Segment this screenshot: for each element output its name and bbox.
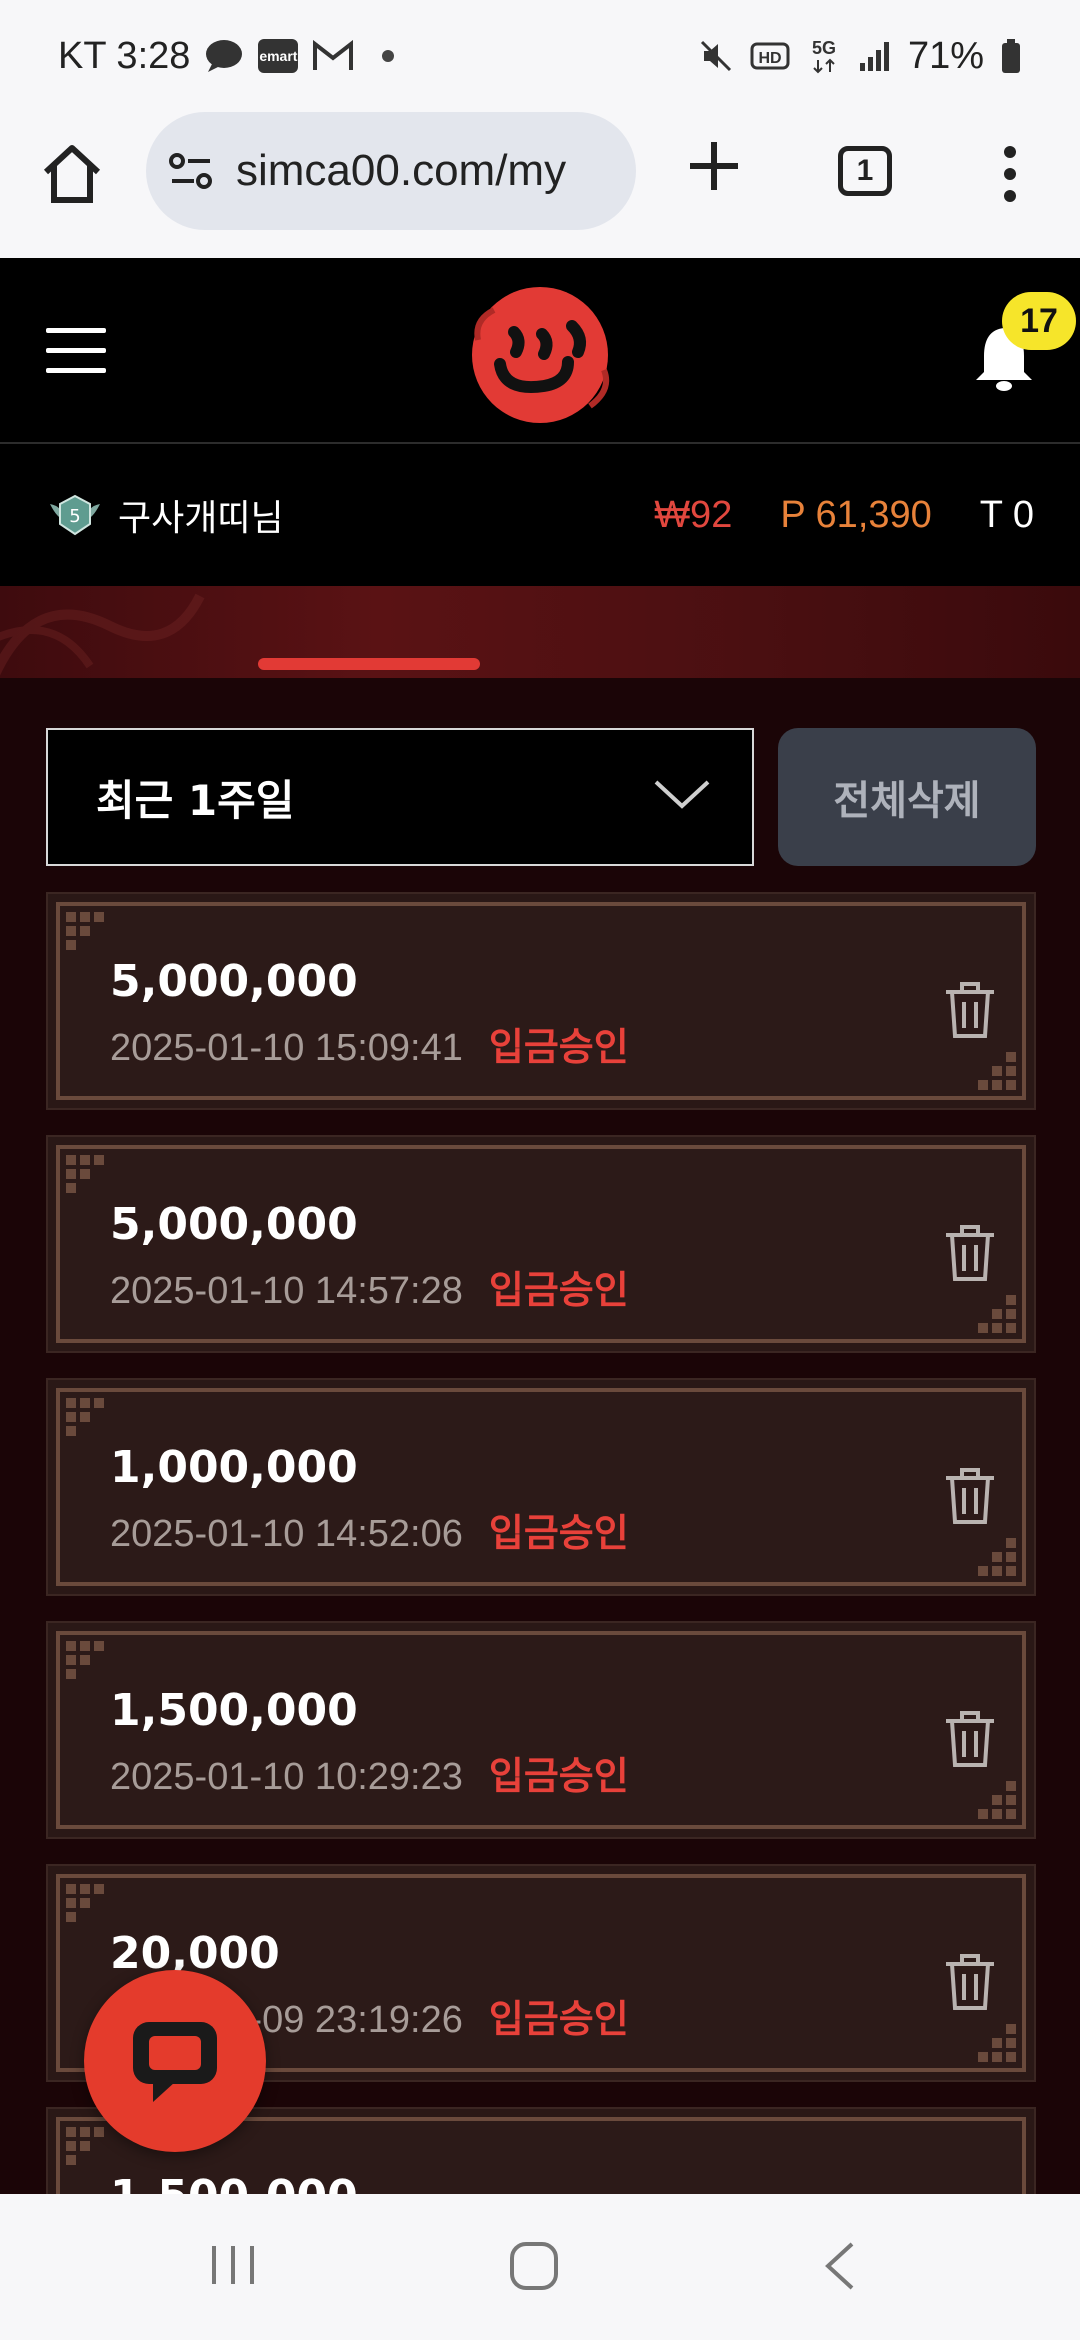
user-info-bar: 5 구사개띠님 ₩92 P 61,390 T 0: [0, 444, 1080, 586]
deposit-item[interactable]: 1,000,000 2025-01-10 14:52:06 입금승인: [46, 1378, 1036, 1596]
svg-text:HD: HD: [758, 50, 781, 67]
trash-icon[interactable]: [944, 1223, 996, 1283]
home-nav-icon[interactable]: [508, 2240, 560, 2292]
corner-ornament-icon: [976, 1779, 1016, 1819]
url-text[interactable]: simca00.com/my: [236, 146, 566, 196]
deposit-amount: 5,000,000: [110, 956, 358, 1007]
deposit-amount: 1,000,000: [110, 1442, 358, 1493]
corner-ornament-icon: [976, 2022, 1016, 2062]
home-icon[interactable]: [40, 142, 104, 206]
deposit-datetime: 2025-01-10 15:09:41: [110, 1027, 463, 1069]
trash-icon[interactable]: [944, 1952, 996, 2012]
deposit-item[interactable]: 1,500,000 2025-01-10 10:29:23 입금승인: [46, 1621, 1036, 1839]
deposit-meta: 2025-01-10 14:57:28 입금승인: [110, 1259, 629, 1314]
deposit-item[interactable]: 5,000,000 2025-01-10 15:09:41 입금승인: [46, 892, 1036, 1110]
site-logo[interactable]: [464, 280, 616, 430]
deposit-status: 입금승인: [488, 1754, 629, 1798]
deposit-status: 입금승인: [488, 1997, 629, 2041]
address-bar[interactable]: simca00.com/my: [146, 112, 636, 230]
deposit-datetime: 2025-01-10 10:29:23: [110, 1756, 463, 1798]
notification-count-badge: 17: [1002, 292, 1076, 350]
deposit-status: 입금승인: [488, 1268, 629, 1312]
5g-icon: 5G: [806, 36, 842, 76]
corner-ornament-icon: [976, 1293, 1016, 1333]
system-nav-bar: [0, 2194, 1080, 2340]
browser-toolbar: simca00.com/my 1: [0, 112, 1080, 258]
battery-percent: 71%: [907, 34, 984, 77]
deposit-item-frame: 5,000,000 2025-01-10 15:09:41 입금승인: [56, 902, 1026, 1100]
deposit-item-frame: 1,500,000 2025-01-10 10:29:23 입금승인: [56, 1631, 1026, 1829]
chat-button[interactable]: [84, 1970, 266, 2152]
tab-banner: [0, 586, 1080, 678]
hamburger-menu-icon[interactable]: [46, 328, 106, 374]
chevron-down-icon: [654, 780, 710, 809]
trash-icon[interactable]: [944, 1466, 996, 1526]
corner-ornament-icon: [66, 1155, 106, 1195]
corner-ornament-icon: [66, 912, 106, 952]
t-balance[interactable]: T 0: [980, 494, 1034, 537]
period-select[interactable]: 최근 1주일: [46, 728, 754, 866]
deposit-item-frame: 1,000,000 2025-01-10 14:52:06 입금승인: [56, 1388, 1026, 1586]
signal-icon: [858, 39, 892, 73]
deposit-datetime: 2025-01-10 14:52:06: [110, 1513, 463, 1555]
corner-ornament-icon: [976, 1050, 1016, 1090]
deposit-amount: 5,000,000: [110, 1199, 358, 1250]
deposit-history-content: 최근 1주일 전체삭제 5,000,000 2025-01-10 15:09:41…: [0, 678, 1080, 2325]
carrier-time: KT 3:28: [58, 34, 191, 77]
deposit-datetime: 2025-01-10 14:57:28: [110, 1270, 463, 1312]
status-bar: KT 3:28 emart HD 5G 71%: [0, 0, 1080, 112]
deposit-status: 입금승인: [488, 1025, 629, 1069]
more-menu-icon[interactable]: [1000, 146, 1020, 202]
won-balance[interactable]: ₩92: [654, 494, 732, 537]
trash-icon[interactable]: [944, 1709, 996, 1769]
trash-icon[interactable]: [944, 980, 996, 1040]
recent-apps-icon[interactable]: [208, 2240, 258, 2290]
deposit-item-frame: 5,000,000 2025-01-10 14:57:28 입금승인: [56, 1145, 1026, 1343]
talk-icon: [204, 38, 244, 74]
deposit-meta: 2025-01-10 15:09:41 입금승인: [110, 1016, 629, 1071]
svg-text:5G: 5G: [812, 38, 836, 58]
point-balance[interactable]: P 61,390: [780, 494, 931, 537]
tab-switcher-button[interactable]: 1: [838, 146, 892, 196]
battery-icon: [1000, 38, 1022, 74]
notification-dot-icon: [382, 50, 395, 62]
emart-icon: emart: [258, 39, 299, 73]
corner-ornament-icon: [66, 2127, 106, 2167]
level-badge-icon: 5: [50, 494, 100, 536]
gmail-icon: [312, 40, 354, 72]
chat-bubble-icon: [133, 2022, 217, 2102]
deposit-amount: 1,500,000: [110, 1685, 358, 1736]
site-settings-icon[interactable]: [168, 151, 214, 191]
deposit-meta: 2025-01-10 14:52:06 입금승인: [110, 1502, 629, 1557]
hd-icon: HD: [750, 40, 790, 72]
deposit-status: 입금승인: [488, 1511, 629, 1555]
corner-ornament-icon: [976, 1536, 1016, 1576]
deposit-meta: 2025-01-10 10:29:23 입금승인: [110, 1745, 629, 1800]
delete-all-button[interactable]: 전체삭제: [778, 728, 1036, 866]
corner-ornament-icon: [66, 1884, 106, 1924]
new-tab-icon[interactable]: [686, 138, 742, 194]
level-number: 5: [69, 506, 80, 527]
username: 구사개띠님: [118, 498, 284, 539]
period-select-value: 최근 1주일: [96, 775, 295, 825]
mute-icon: [698, 38, 734, 74]
active-tab-indicator: [258, 658, 480, 670]
deposit-item[interactable]: 5,000,000 2025-01-10 14:57:28 입금승인: [46, 1135, 1036, 1353]
site-header: 17: [0, 258, 1080, 444]
banner-decoration: [0, 593, 205, 676]
corner-ornament-icon: [66, 1641, 106, 1681]
back-icon[interactable]: [822, 2240, 858, 2292]
corner-ornament-icon: [66, 1398, 106, 1438]
